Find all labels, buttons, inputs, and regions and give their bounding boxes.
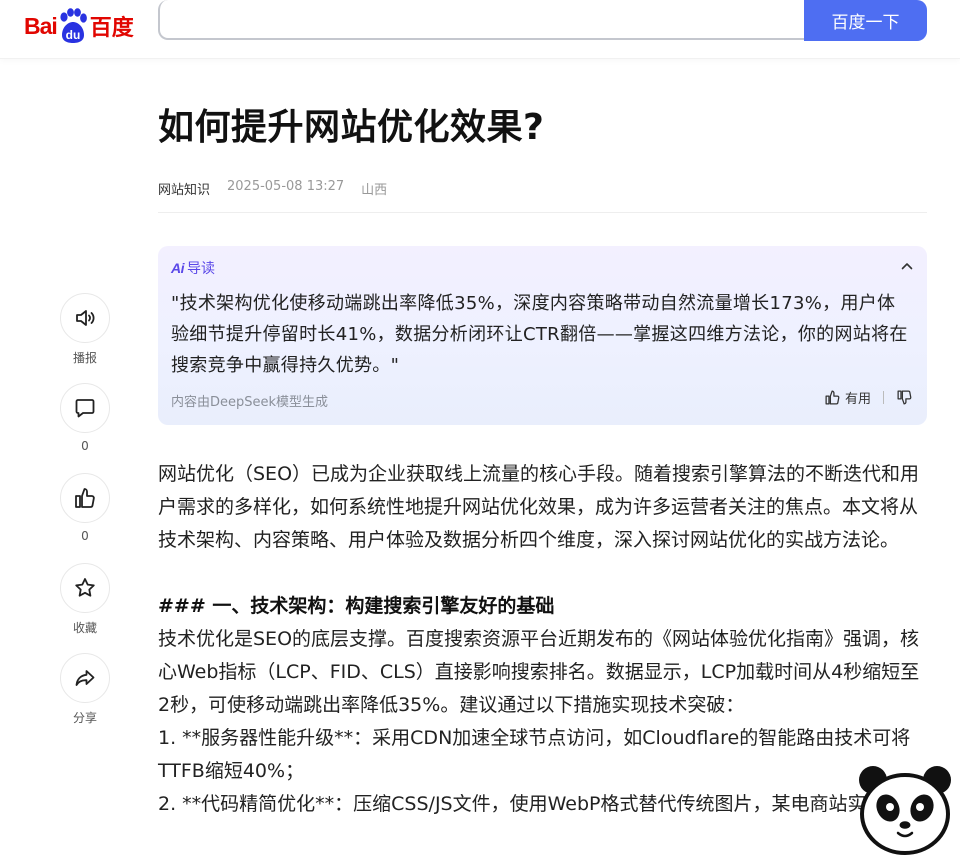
section-paragraph: 技术优化是SEO的底层支撑。百度搜索资源平台近期发布的《网站体验优化指南》强调，…: [158, 628, 920, 716]
top-header: Bai du 百度 百度一下: [0, 0, 960, 59]
ai-summary-header: Ai 导读: [171, 258, 215, 278]
ai-summary-card: Ai 导读 "技术架构优化使移动端跳出率降低35%，深度内容策略带动自然流量增长…: [158, 246, 927, 425]
article-location: 山西: [361, 183, 388, 198]
speaker-icon: [76, 310, 95, 326]
search-box: [158, 0, 804, 40]
star-icon: [75, 578, 95, 597]
favorite-button[interactable]: [60, 563, 110, 613]
useful-button[interactable]: 有用: [824, 388, 871, 407]
broadcast-action: 播报: [58, 293, 112, 366]
search-input[interactable]: [160, 0, 804, 38]
ai-summary-text: "技术架构优化使移动端跳出率降低35%，深度内容策略带动自然流量增长173%，用…: [171, 293, 908, 376]
chevron-up-icon[interactable]: [899, 258, 915, 274]
broadcast-label: 播报: [72, 351, 97, 365]
share-label: 分享: [72, 711, 97, 725]
broadcast-button[interactable]: [60, 293, 110, 343]
meta-divider: [158, 212, 927, 213]
share-icon: [75, 670, 95, 686]
article-datetime: 2025-05-08 13:27: [227, 179, 345, 194]
comment-button[interactable]: [60, 383, 110, 433]
baidu-logo[interactable]: Bai du 百度: [24, 6, 134, 46]
useful-label: 有用: [844, 392, 871, 407]
comment-icon: [75, 399, 95, 418]
logo-text-bai: Bai: [24, 12, 58, 39]
thumbs-up-icon: [825, 390, 840, 405]
comment-action: 0: [58, 383, 112, 453]
baidu-paw-icon: du: [60, 8, 87, 43]
panda-mascot-icon[interactable]: [856, 762, 954, 856]
intro-paragraph: 网站优化（SEO）已成为企业获取线上流量的核心手段。随着搜索引擎算法的不断迭代和…: [158, 463, 920, 551]
like-count: 0: [81, 529, 89, 543]
comment-count: 0: [81, 439, 89, 453]
feedback-separator: [883, 391, 884, 404]
share-button[interactable]: [60, 653, 110, 703]
like-action: 0: [58, 473, 112, 543]
logo-text-cn: 百度: [89, 16, 134, 41]
list-item: 2. **代码精简优化**：压缩CSS/JS文件，使用WebP格式替代传统图片，…: [158, 793, 905, 815]
article-category[interactable]: 网站知识: [158, 179, 210, 198]
list-item: 1. **服务器性能升级**：采用CDN加速全球节点访问，如Cloudflare…: [158, 727, 911, 782]
svg-text:du: du: [65, 28, 80, 42]
thumbs-down-icon[interactable]: [896, 389, 913, 406]
section-heading: ### 一、技术架构：构建搜索引擎友好的基础: [158, 595, 555, 617]
share-action: 分享: [58, 653, 112, 726]
thumbs-up-icon: [75, 488, 95, 508]
favorite-action: 收藏: [58, 563, 112, 636]
ai-summary-label: 导读: [187, 261, 215, 277]
article-body: 网站优化（SEO）已成为企业获取线上流量的核心手段。随着搜索引擎算法的不断迭代和…: [158, 458, 928, 821]
article-title: 如何提升网站优化效果?: [158, 107, 545, 148]
article-meta: 网站知识 2025-05-08 13:27 山西: [158, 179, 387, 198]
like-button[interactable]: [60, 473, 110, 523]
search-button[interactable]: 百度一下: [804, 0, 927, 41]
favorite-label: 收藏: [72, 621, 97, 635]
ai-logo-icon: Ai: [171, 260, 185, 276]
ai-summary-source: 内容由DeepSeek模型生成: [171, 395, 329, 410]
ai-feedback: 有用: [824, 388, 913, 407]
